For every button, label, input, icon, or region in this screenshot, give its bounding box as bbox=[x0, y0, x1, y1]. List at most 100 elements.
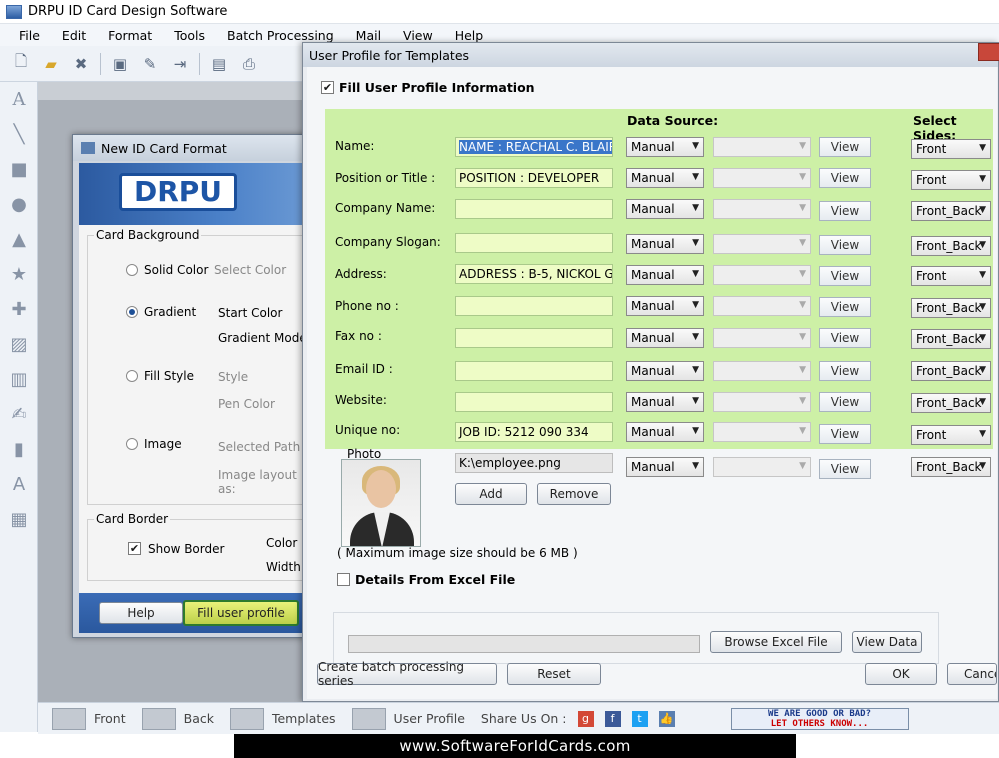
like-icon[interactable]: 👍 bbox=[658, 710, 675, 727]
reset-button[interactable]: Reset bbox=[507, 663, 601, 685]
fill-user-profile-button[interactable]: Fill user profile bbox=[183, 600, 299, 626]
email-input[interactable] bbox=[455, 361, 613, 381]
website-source-select[interactable]: Manual bbox=[626, 392, 704, 412]
show-border-checkbox[interactable]: ✔ bbox=[128, 542, 141, 555]
cancel-button[interactable]: Cance bbox=[947, 663, 997, 685]
position-source-select[interactable]: Manual bbox=[626, 168, 704, 188]
photo-side-select[interactable]: Front_Back bbox=[911, 457, 991, 477]
library-tool-icon[interactable]: ▥ bbox=[0, 362, 38, 397]
star-tool-icon[interactable]: ★ bbox=[0, 257, 38, 292]
fill-info-checkbox[interactable]: ✔ bbox=[321, 81, 334, 94]
menu-file[interactable]: File bbox=[8, 28, 51, 43]
browse-excel-button[interactable]: Browse Excel File bbox=[710, 631, 842, 653]
company-slogan-source-select[interactable]: Manual bbox=[626, 234, 704, 254]
company-name-side-select[interactable]: Front_Back bbox=[911, 201, 991, 221]
company-name-input[interactable] bbox=[455, 199, 613, 219]
menu-edit[interactable]: Edit bbox=[51, 28, 97, 43]
photo-path-input[interactable]: K:\employee.png bbox=[455, 453, 613, 473]
google-plus-icon[interactable]: g bbox=[577, 710, 594, 727]
solid-color-radio[interactable] bbox=[126, 264, 138, 276]
gradient-radio[interactable] bbox=[126, 306, 138, 318]
website-view-button[interactable]: View bbox=[819, 392, 871, 412]
company-slogan-side-select[interactable]: Front_Back bbox=[911, 236, 991, 256]
phone-source-select[interactable]: Manual bbox=[626, 296, 704, 316]
name-view-button[interactable]: View bbox=[819, 137, 871, 157]
image-radio[interactable] bbox=[126, 438, 138, 450]
card-tool-icon[interactable]: ▦ bbox=[0, 502, 38, 537]
address-input[interactable]: ADDRESS : B-5, NICKOL GAR bbox=[455, 264, 613, 284]
export-icon[interactable]: ⇥ bbox=[169, 53, 191, 75]
address-source-select[interactable]: Manual bbox=[626, 265, 704, 285]
photo-view-button[interactable]: View bbox=[819, 459, 871, 479]
close-file-icon[interactable]: ✖ bbox=[70, 53, 92, 75]
text-tool-icon[interactable]: A bbox=[0, 82, 38, 117]
menu-format[interactable]: Format bbox=[97, 28, 163, 43]
back-tab[interactable]: Back bbox=[141, 707, 214, 730]
rectangle-tool-icon[interactable]: ■ bbox=[0, 152, 38, 187]
fill-style-radio[interactable] bbox=[126, 370, 138, 382]
email-view-button[interactable]: View bbox=[819, 361, 871, 381]
phone-input[interactable] bbox=[455, 296, 613, 316]
website-input[interactable] bbox=[455, 392, 613, 412]
batch-series-button[interactable]: Create batch processing series bbox=[317, 660, 497, 688]
help-button[interactable]: Help bbox=[99, 602, 183, 624]
name-side-select[interactable]: Front bbox=[911, 139, 991, 159]
feedback-banner[interactable]: WE ARE GOOD OR BAD? LET OTHERS KNOW... bbox=[730, 707, 909, 730]
front-tab[interactable]: Front bbox=[52, 707, 126, 730]
remove-photo-button[interactable]: Remove bbox=[537, 483, 611, 505]
menu-help[interactable]: Help bbox=[444, 28, 495, 43]
view-data-button[interactable]: View Data bbox=[852, 631, 922, 653]
facebook-icon[interactable]: f bbox=[604, 710, 621, 727]
save-icon[interactable]: ▣ bbox=[109, 53, 131, 75]
position-input[interactable]: POSITION : DEVELOPER bbox=[455, 168, 613, 188]
company-slogan-view-button[interactable]: View bbox=[819, 235, 871, 255]
name-source-select[interactable]: Manual bbox=[626, 137, 704, 157]
save-as-icon[interactable]: ✎ bbox=[139, 53, 161, 75]
photo-source-select[interactable]: Manual bbox=[626, 457, 704, 477]
unique-no-view-button[interactable]: View bbox=[819, 424, 871, 444]
menu-batch-processing[interactable]: Batch Processing bbox=[216, 28, 345, 43]
templates-tab[interactable]: Templates bbox=[229, 707, 336, 730]
close-dialog-button[interactable] bbox=[978, 43, 999, 61]
ellipse-tool-icon[interactable]: ● bbox=[0, 187, 38, 222]
name-input[interactable]: NAME : REACHAL C. BLAIR bbox=[455, 137, 613, 157]
twitter-icon[interactable]: t bbox=[631, 710, 648, 727]
signature-tool-icon[interactable]: ✍ bbox=[0, 397, 38, 432]
address-side-select[interactable]: Front bbox=[911, 266, 991, 286]
email-source-select[interactable]: Manual bbox=[626, 361, 704, 381]
excel-checkbox[interactable] bbox=[337, 573, 350, 586]
menu-tools[interactable]: Tools bbox=[163, 28, 216, 43]
unique-no-side-select[interactable]: Front bbox=[911, 425, 991, 445]
fax-source-select[interactable]: Manual bbox=[626, 328, 704, 348]
ok-button[interactable]: OK bbox=[865, 663, 937, 685]
fax-input[interactable] bbox=[455, 328, 613, 348]
position-side-select[interactable]: Front bbox=[911, 170, 991, 190]
print-icon[interactable]: ⎙ bbox=[238, 53, 260, 75]
address-view-button[interactable]: View bbox=[819, 266, 871, 286]
position-view-button[interactable]: View bbox=[819, 168, 871, 188]
unique-no-input[interactable]: JOB ID: 5212 090 334 bbox=[455, 422, 613, 442]
company-name-source-select[interactable]: Manual bbox=[626, 199, 704, 219]
phone-view-button[interactable]: View bbox=[819, 297, 871, 317]
new-file-icon[interactable]: 🗋 bbox=[10, 52, 32, 75]
unique-no-source-select[interactable]: Manual bbox=[626, 422, 704, 442]
fax-side-select[interactable]: Front_Back bbox=[911, 329, 991, 349]
menu-mail[interactable]: Mail bbox=[345, 28, 392, 43]
triangle-tool-icon[interactable]: ▲ bbox=[0, 222, 38, 257]
company-name-view-button[interactable]: View bbox=[819, 201, 871, 221]
menu-view[interactable]: View bbox=[392, 28, 444, 43]
company-slogan-input[interactable] bbox=[455, 233, 613, 253]
email-side-select[interactable]: Front_Back bbox=[911, 361, 991, 381]
line-tool-icon[interactable]: ╲ bbox=[0, 117, 38, 152]
preview-icon[interactable]: ▤ bbox=[208, 53, 230, 75]
phone-side-select[interactable]: Front_Back bbox=[911, 298, 991, 318]
image-tool-icon[interactable]: ▨ bbox=[0, 327, 38, 362]
open-folder-icon[interactable]: ▰ bbox=[40, 53, 62, 75]
puzzle-tool-icon[interactable]: ✚ bbox=[0, 292, 38, 327]
fax-view-button[interactable]: View bbox=[819, 328, 871, 348]
website-side-select[interactable]: Front_Back bbox=[911, 393, 991, 413]
add-photo-button[interactable]: Add bbox=[455, 483, 527, 505]
barcode-tool-icon[interactable]: ▮ bbox=[0, 432, 38, 467]
user-profile-tab[interactable]: User Profile bbox=[351, 707, 465, 730]
watermark-tool-icon[interactable]: A bbox=[0, 467, 38, 502]
